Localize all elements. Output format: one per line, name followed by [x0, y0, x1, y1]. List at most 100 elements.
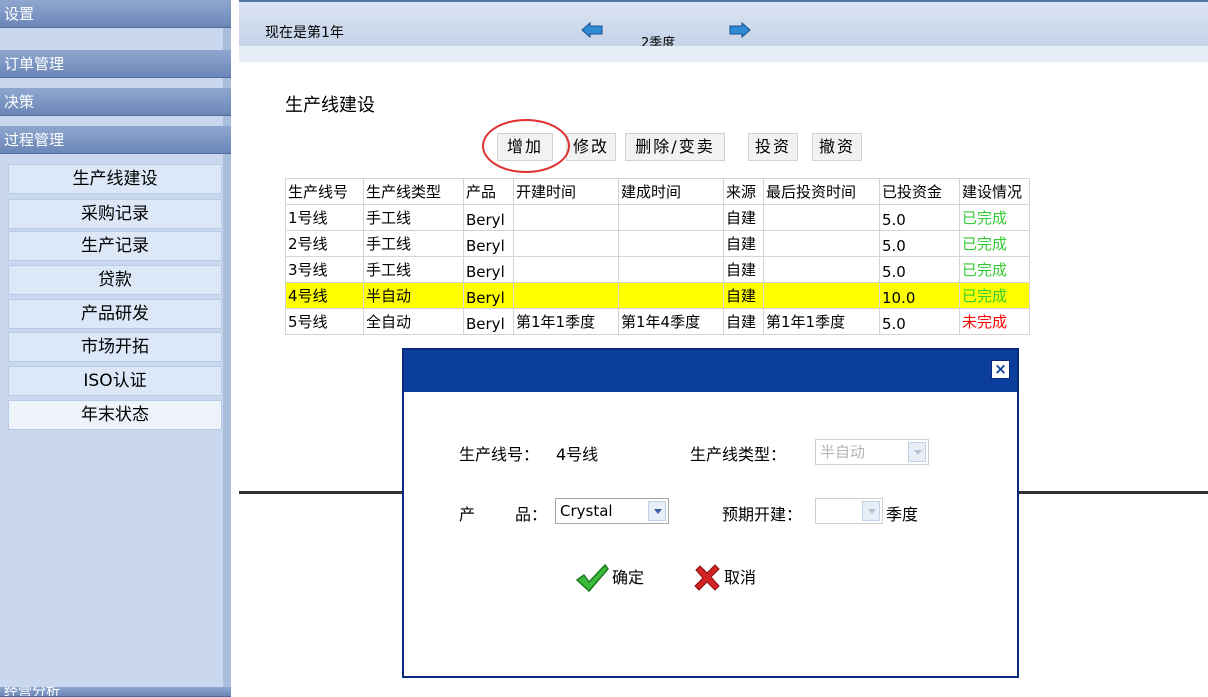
product-label-char2: 品：: [515, 505, 548, 524]
add-line-dialog: ×: [402, 348, 1019, 678]
withdraw-button[interactable]: 撤资: [812, 133, 862, 161]
divider: [239, 491, 405, 494]
sidebar-item-market-dev[interactable]: 市场开拓: [8, 332, 222, 362]
column-header: 开建时间: [513, 178, 619, 205]
table-cell: 手工线: [363, 230, 464, 257]
column-header: 已投资金: [879, 178, 960, 205]
table-cell: 已完成: [959, 282, 1030, 309]
sidebar-item-iso[interactable]: ISO认证: [8, 366, 222, 396]
table-cell: 5号线: [285, 308, 364, 335]
top-bar-strip: [239, 46, 1208, 62]
table-cell: 第1年1季度: [763, 308, 880, 335]
sidebar-item-product-rd[interactable]: 产品研发: [8, 299, 222, 329]
table-cell: 未完成: [959, 308, 1030, 335]
sidebar-item-purchase-records[interactable]: 采购记录: [8, 199, 222, 229]
column-header: 生产线号: [285, 178, 364, 205]
arrow-left-icon[interactable]: [581, 22, 603, 38]
menu-decision[interactable]: 决策: [0, 88, 231, 116]
table-cell: 半自动: [363, 282, 464, 309]
season-suffix: 季度: [886, 505, 919, 524]
table-cell: [763, 204, 880, 231]
table-cell: [513, 230, 619, 257]
sidebar-item-loans[interactable]: 贷款: [8, 265, 222, 295]
table-cell: 5.0: [879, 308, 960, 335]
close-icon[interactable]: ×: [991, 360, 1010, 379]
table-cell: [763, 230, 880, 257]
table-cell: 自建: [723, 204, 764, 231]
cancel-button[interactable]: 取消: [692, 563, 756, 593]
menu-business-analysis[interactable]: 经营分析: [0, 687, 231, 697]
page-title: 生产线建设: [285, 95, 375, 116]
table-cell: 1号线: [285, 204, 364, 231]
menu-settings[interactable]: 设置: [0, 0, 231, 28]
line-no-value: 4号线: [556, 445, 599, 464]
table-cell: [763, 256, 880, 283]
product-label-char1: 产: [459, 505, 476, 524]
product-select[interactable]: Crystal: [555, 498, 669, 524]
table-cell: [618, 282, 724, 309]
cancel-label: 取消: [724, 568, 757, 587]
menu-order-management[interactable]: 订单管理: [0, 50, 231, 78]
table-cell: 已完成: [959, 230, 1030, 257]
expected-start-select: [815, 498, 883, 524]
table-cell: 第1年4季度: [618, 308, 724, 335]
table-cell: 全自动: [363, 308, 464, 335]
arrow-right-icon[interactable]: [729, 22, 751, 38]
table-row[interactable]: 4号线 半自动 Beryl 自建 10.0 已完成: [285, 282, 1030, 309]
confirm-button[interactable]: 确定: [574, 563, 644, 593]
table-cell: 4号线: [285, 282, 364, 309]
production-lines-table: 生产线号 生产线类型 产品 开建时间 建成时间 来源 最后投资时间 已投资金 建设情况 1号线手…: [285, 178, 1030, 335]
table-row[interactable]: 1号线 手工线 Beryl 自建 5.0 已完成: [285, 204, 1030, 231]
table-cell: [513, 256, 619, 283]
column-header: 产品: [463, 178, 514, 205]
table-cell: 第1年1季度: [513, 308, 619, 335]
table-cell: Beryl: [463, 230, 514, 257]
table-cell: 5.0: [879, 230, 960, 257]
confirm-label: 确定: [612, 568, 645, 587]
expected-start-label: 预期开建：: [722, 505, 803, 524]
column-header: 建设情况: [959, 178, 1030, 205]
line-type-label: 生产线类型：: [690, 445, 787, 464]
table-cell: 自建: [723, 230, 764, 257]
delete-sell-button[interactable]: 删除/变卖: [625, 133, 725, 161]
table-cell: 已完成: [959, 204, 1030, 231]
table-cell: Beryl: [463, 282, 514, 309]
table-cell: 5.0: [879, 204, 960, 231]
line-type-select: 半自动: [815, 439, 929, 465]
table-cell: 手工线: [363, 204, 464, 231]
invest-button[interactable]: 投资: [748, 133, 798, 161]
divider: [1017, 491, 1208, 494]
chevron-down-icon: [908, 442, 926, 462]
table-cell: [618, 256, 724, 283]
sidebar: 设置 订单管理 决策 过程管理 生产线建设 采购记录 生产记录 贷款 产品研发 …: [0, 0, 231, 697]
sidebar-item-production-records[interactable]: 生产记录: [8, 231, 222, 261]
sidebar-item-year-end[interactable]: 年末状态: [8, 400, 222, 430]
table-header-row: 生产线号 生产线类型 产品 开建时间 建成时间 来源 最后投资时间 已投资金 建设情况: [285, 178, 1030, 205]
table-row[interactable]: 3号线 手工线 Beryl 自建 5.0 已完成: [285, 256, 1030, 283]
table-row[interactable]: 2号线 手工线 Beryl 自建 5.0 已完成: [285, 230, 1030, 257]
table-cell: 已完成: [959, 256, 1030, 283]
table-cell: Beryl: [463, 256, 514, 283]
table-cell: 自建: [723, 308, 764, 335]
table-cell: [513, 204, 619, 231]
table-cell: 10.0: [879, 282, 960, 309]
table-row[interactable]: 5号线 全自动 Beryl 第1年1季度 第1年4季度 自建 第1年1季度 5.0 未完成: [285, 308, 1030, 335]
cross-icon: [694, 564, 720, 591]
line-no-label: 生产线号：: [459, 445, 540, 464]
sidebar-item-production-line[interactable]: 生产线建设: [8, 164, 222, 194]
line-type-value: 半自动: [820, 443, 866, 461]
add-button[interactable]: 增加: [497, 133, 553, 161]
column-header: 建成时间: [618, 178, 724, 205]
column-header: 来源: [723, 178, 764, 205]
menu-process-management[interactable]: 过程管理: [0, 126, 231, 154]
chevron-down-icon: [862, 501, 880, 521]
chevron-down-icon[interactable]: [648, 501, 666, 521]
modify-button[interactable]: 修改: [566, 133, 616, 161]
table-cell: 2号线: [285, 230, 364, 257]
table-cell: 5.0: [879, 256, 960, 283]
table-cell: 3号线: [285, 256, 364, 283]
table-cell: 自建: [723, 256, 764, 283]
check-icon: [575, 563, 609, 593]
table-cell: [513, 282, 619, 309]
table-cell: [763, 282, 880, 309]
